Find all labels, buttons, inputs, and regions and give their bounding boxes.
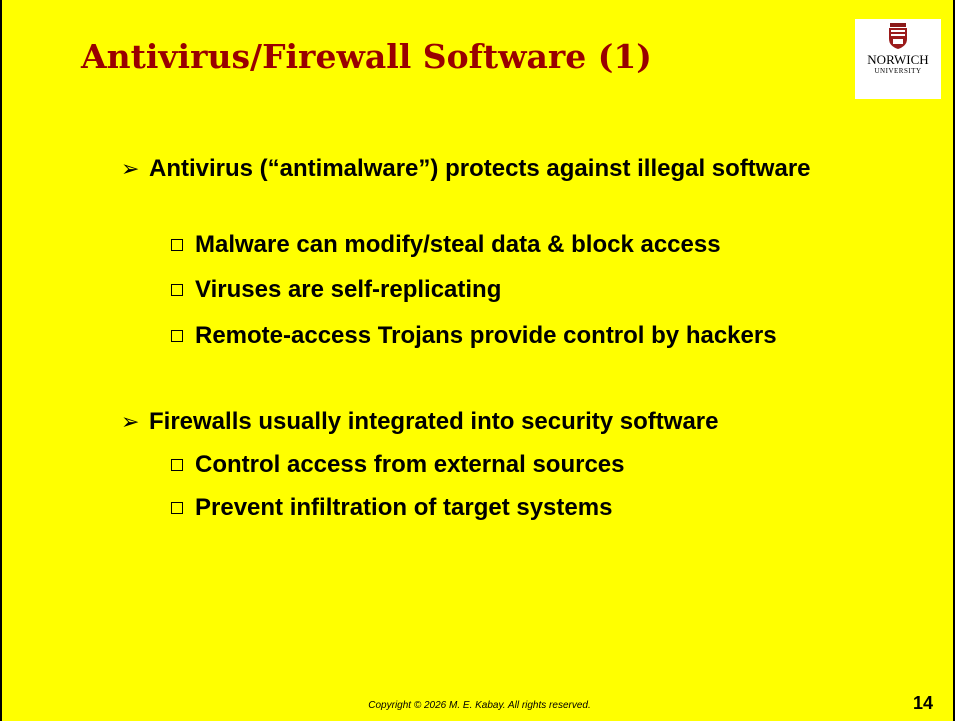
sub-bullet-text: Viruses are self-replicating — [195, 276, 502, 303]
sub-bullet-item: Control access from external sources — [169, 450, 921, 480]
sub-bullet-item: Malware can modify/steal data & block ac… — [169, 230, 921, 260]
square-bullet-icon — [171, 239, 183, 251]
arrow-bullet-icon: ➢ — [121, 409, 140, 434]
arrow-bullet-icon: ➢ — [121, 156, 140, 181]
bullet-text: Antivirus (“antimalware”) protects again… — [149, 155, 811, 182]
sub-bullet-text: Malware can modify/steal data & block ac… — [195, 231, 721, 258]
sub-bullet-text: Remote-access Trojans provide control by… — [195, 322, 777, 349]
sub-bullet-text: Control access from external sources — [195, 451, 625, 478]
bullet-text: Firewalls usually integrated into securi… — [149, 408, 719, 435]
square-bullet-icon — [171, 459, 183, 471]
copyright-footer: Copyright © 2026 M. E. Kabay. All rights… — [368, 700, 591, 711]
bullet-item: ➢ Antivirus (“antimalware”) protects aga… — [121, 154, 921, 184]
square-bullet-icon — [171, 502, 183, 514]
bullet-list: ➢ Antivirus (“antimalware”) protects aga… — [2, 0, 953, 721]
sub-bullet-text: Prevent infiltration of target systems — [195, 494, 613, 521]
sub-bullet-item: Viruses are self-replicating — [169, 275, 921, 305]
square-bullet-icon — [171, 330, 183, 342]
bullet-item: ➢ Firewalls usually integrated into secu… — [121, 407, 921, 437]
slide: Antivirus/Firewall Software (1) NORWICH … — [0, 0, 955, 721]
square-bullet-icon — [171, 284, 183, 296]
page-number: 14 — [912, 693, 933, 713]
sub-bullet-item: Remote-access Trojans provide control by… — [169, 321, 921, 351]
sub-bullet-item: Prevent infiltration of target systems — [169, 493, 921, 523]
